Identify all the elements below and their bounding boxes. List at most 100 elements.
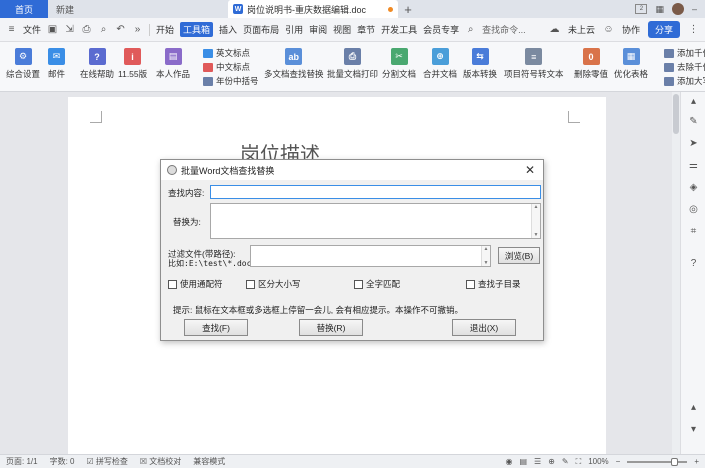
more-chevron-icon[interactable]: » xyxy=(132,24,143,35)
menu-start[interactable]: 开始 xyxy=(156,23,174,36)
web-view-icon[interactable]: ⊕ xyxy=(548,457,555,466)
shapes-icon[interactable]: ◈ xyxy=(688,182,699,193)
scrollbar-thumb[interactable] xyxy=(673,94,679,134)
page-count[interactable]: 页面: 1/1 xyxy=(6,456,38,467)
replace-scrollbar[interactable]: ▲ ▼ xyxy=(531,204,540,238)
replace-button[interactable]: 替换(R) xyxy=(299,319,363,336)
zoom-in-icon[interactable]: + xyxy=(694,457,699,466)
ribbon-remove-thousand[interactable]: 去除千位 xyxy=(664,61,705,73)
page-view-icon[interactable]: ▤ xyxy=(519,457,527,466)
document-scrollbar[interactable] xyxy=(672,92,680,454)
write-view-icon[interactable]: ✎ xyxy=(562,457,569,466)
undo-icon[interactable]: ↶ xyxy=(115,24,126,35)
filter-input[interactable]: ▲ ▼ xyxy=(250,245,491,267)
word-count[interactable]: 字数: 0 xyxy=(50,456,75,467)
zoom-knob[interactable] xyxy=(671,457,679,466)
subdir-checkbox[interactable]: 查找子目录 xyxy=(466,278,521,290)
zoom-slider[interactable] xyxy=(627,457,688,466)
case-checkbox[interactable]: 区分大小写 xyxy=(246,278,301,290)
tab-new[interactable]: 新建 xyxy=(48,0,96,18)
doc-proof[interactable]: ☒ 文档校对 xyxy=(140,456,181,467)
share-button[interactable]: 分享 xyxy=(647,21,680,38)
menu-chapter[interactable]: 章节 xyxy=(357,23,375,36)
ribbon-split-doc[interactable]: ✂ 分割文档 xyxy=(382,48,416,80)
ribbon-works[interactable]: ▤ 本人作品 xyxy=(156,48,190,80)
menu-references[interactable]: 引用 xyxy=(285,23,303,36)
browse-button[interactable]: 浏览(B) xyxy=(498,247,540,264)
collab-button[interactable]: 协作 xyxy=(622,23,640,36)
ribbon-year-bracket[interactable]: 年份中括号 xyxy=(203,75,259,87)
wildcard-checkbox[interactable]: 使用通配符 xyxy=(168,278,223,290)
ribbon-optimize-table[interactable]: ▦ 优化表格 xyxy=(614,48,648,80)
compass-icon[interactable]: ◎ xyxy=(688,204,699,215)
preview-icon[interactable]: ⌕ xyxy=(98,24,109,35)
scroll-up-arrow-icon: ▲ xyxy=(533,204,539,210)
cursor-icon[interactable]: ➤ xyxy=(688,138,699,149)
ribbon-multi-replace[interactable]: ab 多文档查找替换 xyxy=(264,48,324,80)
menu-review[interactable]: 审阅 xyxy=(309,23,327,36)
ribbon-label: 11.55版 xyxy=(118,69,148,79)
ribbon-version[interactable]: i 11.55版 xyxy=(118,48,147,80)
ribbon-batch-print[interactable]: ⎙ 批量文档打印 xyxy=(327,48,378,80)
tab-document[interactable]: W 岗位说明书-重庆数据编辑.doc xyxy=(228,0,398,18)
ribbon-add-thousand[interactable]: 添加千位 xyxy=(664,47,705,59)
more-options-icon[interactable]: ⋮ xyxy=(688,24,699,35)
scroll-up-icon[interactable]: ▴ xyxy=(688,402,699,413)
thousand-icon xyxy=(664,48,674,58)
ribbon-version-convert[interactable]: ⇆ 版本转换 xyxy=(463,48,497,80)
ribbon-en-punct[interactable]: 英文标点 xyxy=(203,47,250,59)
ribbon-settings[interactable]: ⚙ 综合设置 xyxy=(6,48,40,80)
zoom-out-icon[interactable]: − xyxy=(616,457,621,466)
eye-icon[interactable]: ◉ xyxy=(505,457,512,466)
sidebar-collapse-icon[interactable]: ▴ xyxy=(688,96,699,107)
export-icon[interactable]: ⇲ xyxy=(64,24,75,35)
ribbon-help[interactable]: ? 在线帮助 xyxy=(80,48,114,80)
save-icon[interactable]: ▣ xyxy=(47,24,58,35)
pen-icon[interactable]: ✎ xyxy=(688,116,699,127)
menu-toolbox[interactable]: 工具箱 xyxy=(180,22,214,37)
spell-check[interactable]: ☑ 拼写检查 xyxy=(86,456,127,467)
hamburger-icon[interactable]: ≡ xyxy=(6,24,17,35)
replace-textarea[interactable]: ▲ ▼ xyxy=(210,203,541,239)
scroll-down-icon[interactable]: ▾ xyxy=(688,424,699,435)
ribbon-label: 中文标点 xyxy=(216,62,251,72)
print-icon[interactable]: ⎙ xyxy=(81,24,92,35)
ribbon-merge-doc[interactable]: ⊕ 合并文档 xyxy=(423,48,457,80)
menu-view[interactable]: 视图 xyxy=(333,23,351,36)
filter-scrollbar[interactable]: ▲ ▼ xyxy=(481,246,490,266)
spell-check-icon: ☑ xyxy=(86,457,94,466)
fit-icon[interactable]: ⛶ xyxy=(576,457,582,467)
ribbon-label: 综合设置 xyxy=(6,69,41,79)
workspace-icon[interactable]: 2 xyxy=(635,4,648,14)
help-circle-icon[interactable]: ? xyxy=(688,258,699,269)
proof-label: 文档校对 xyxy=(149,457,182,466)
find-button[interactable]: 查找(F) xyxy=(184,319,248,336)
outline-view-icon[interactable]: ☰ xyxy=(534,457,541,466)
menu-file[interactable]: 文件 xyxy=(23,23,41,36)
ribbon-label: 合并文档 xyxy=(423,69,458,79)
new-tab-button[interactable]: + xyxy=(398,0,418,18)
find-input[interactable] xyxy=(210,185,541,199)
menu-member[interactable]: 会员专享 xyxy=(423,23,459,36)
menu-layout[interactable]: 页面布局 xyxy=(243,23,279,36)
avatar[interactable] xyxy=(671,3,684,15)
crop-icon[interactable]: ⌗ xyxy=(688,226,699,237)
command-search[interactable]: 查找命令... xyxy=(482,23,526,36)
cloud-status[interactable]: 未上云 xyxy=(568,23,595,36)
menu-developer[interactable]: 开发工具 xyxy=(381,23,417,36)
exit-button[interactable]: 退出(X) xyxy=(452,319,516,336)
sliders-icon[interactable]: ⚌ xyxy=(688,160,699,171)
whole-word-checkbox[interactable]: 全字匹配 xyxy=(354,278,400,290)
tab-home[interactable]: 首页 xyxy=(0,0,48,18)
zoom-level[interactable]: 100% xyxy=(588,457,608,466)
menu-insert[interactable]: 插入 xyxy=(219,23,237,36)
ribbon-delete-zero[interactable]: 0 删除零值 xyxy=(574,48,608,80)
ribbon-mail[interactable]: ✉ 邮件 xyxy=(48,48,65,80)
grid-icon[interactable]: ▦ xyxy=(655,4,664,15)
ribbon-bullet-to-text[interactable]: ≡ 项目符号转文本 xyxy=(504,48,564,80)
minimize-icon[interactable]: – xyxy=(692,4,697,14)
ribbon-add-uppercase[interactable]: 添加大写 xyxy=(664,75,705,87)
filter-example: 比如:E:\test\*.doc* xyxy=(168,259,257,268)
ribbon-cn-punct[interactable]: 中文标点 xyxy=(203,61,250,73)
close-icon[interactable]: ✕ xyxy=(522,162,538,178)
